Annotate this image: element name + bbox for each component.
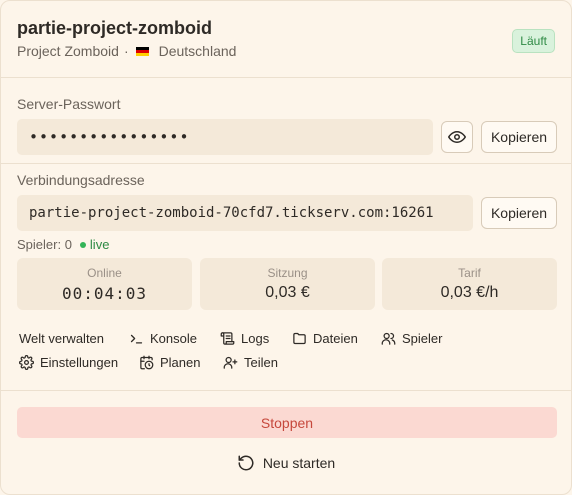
console-button[interactable]: Konsole (129, 331, 197, 346)
stat-value: 0,03 €/h (440, 284, 499, 301)
divider (1, 163, 571, 164)
gear-icon (19, 355, 34, 370)
country-name: Deutschland (158, 43, 237, 59)
rotate-ccw-icon (238, 455, 254, 471)
stat-label: Sitzung (267, 266, 308, 280)
stat-session: Sitzung 0,03 € (200, 258, 375, 310)
stop-button[interactable]: Stoppen (17, 407, 557, 438)
status-badge: Läuft (512, 29, 555, 53)
server-card: partie-project-zomboid Project Zomboid ·… (0, 0, 572, 495)
players-button[interactable]: Spieler (381, 331, 442, 346)
subtitle-separator: · (123, 43, 129, 59)
settings-button[interactable]: Einstellungen (19, 355, 118, 370)
share-label: Teilen (244, 355, 278, 370)
stat-rate: Tarif 0,03 €/h (382, 258, 557, 310)
scroll-icon (220, 332, 235, 345)
folder-icon (293, 332, 306, 345)
game-name: Project Zomboid (17, 43, 119, 59)
show-password-button[interactable] (441, 121, 473, 153)
files-button[interactable]: Dateien (292, 331, 358, 346)
users-icon (381, 332, 396, 345)
live-label: live (89, 237, 110, 252)
restart-label: Neu starten (262, 455, 336, 471)
player-count-label: Spieler: 0 (17, 237, 72, 252)
stat-value: 0,03 € (265, 284, 310, 301)
server-subtitle: Project Zomboid · Deutschland (17, 43, 236, 59)
address-label: Verbindungsadresse (17, 172, 145, 188)
players-label: Spieler (402, 331, 443, 346)
files-label: Dateien (313, 331, 358, 346)
schedule-label: Planen (160, 355, 201, 370)
schedule-button[interactable]: Planen (139, 355, 200, 370)
copy-address-button[interactable]: Kopieren (481, 197, 557, 229)
calendar-clock-icon (140, 355, 154, 370)
germany-flag-icon (135, 46, 149, 56)
divider (1, 390, 571, 391)
player-count: Spieler: 0 live (17, 237, 109, 252)
logs-button[interactable]: Logs (220, 331, 269, 346)
copy-password-button[interactable]: Kopieren (481, 121, 557, 153)
live-indicator: live (79, 237, 110, 252)
manage-world-button[interactable]: Welt verwalten (19, 331, 104, 346)
password-label: Server-Passwort (17, 96, 121, 112)
settings-label: Einstellungen (40, 355, 119, 370)
console-label: Konsole (150, 331, 197, 346)
eye-icon (448, 131, 466, 143)
stat-online: Online 00:04:03 (17, 258, 192, 310)
logs-label: Logs (241, 331, 270, 346)
server-header: partie-project-zomboid Project Zomboid ·… (1, 1, 571, 78)
stat-value: 00:04:03 (61, 284, 148, 303)
stat-label: Online (87, 266, 122, 280)
manage-world-label: Welt verwalten (19, 331, 105, 346)
share-button[interactable]: Teilen (223, 355, 278, 370)
server-name: partie-project-zomboid (17, 18, 213, 38)
address-field[interactable]: partie-project-zomboid-70cfd7.tickserv.c… (17, 195, 473, 231)
user-plus-icon (223, 356, 238, 369)
restart-button[interactable]: Neu starten (1, 452, 571, 474)
stat-label: Tarif (458, 266, 481, 280)
live-dot-icon (79, 241, 86, 248)
password-field[interactable]: •••••••••••••••• (17, 119, 433, 155)
terminal-icon (130, 334, 143, 344)
